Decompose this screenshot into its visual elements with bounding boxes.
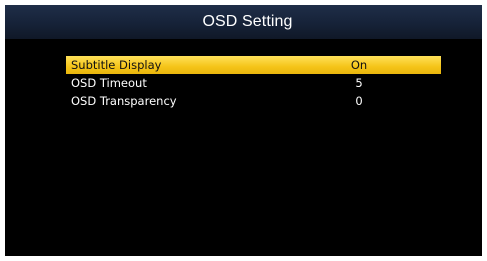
menu-item-label: OSD Timeout	[71, 76, 147, 90]
menu-item-value[interactable]: 5	[319, 74, 399, 92]
page-title: OSD Setting	[202, 13, 293, 30]
menu-item-osd-transparency[interactable]: OSD Transparency 0	[66, 92, 441, 110]
menu-item-value[interactable]: On	[319, 56, 399, 74]
menu-item-subtitle-display[interactable]: Subtitle Display On	[66, 56, 441, 74]
menu-item-value[interactable]: 0	[319, 92, 399, 110]
title-bar: OSD Setting	[5, 5, 482, 39]
menu-item-osd-timeout[interactable]: OSD Timeout 5	[66, 74, 441, 92]
menu-item-label: OSD Transparency	[71, 94, 177, 108]
osd-settings-menu: Subtitle Display On OSD Timeout 5 OSD Tr…	[66, 56, 441, 110]
tv-screen: OSD Setting Subtitle Display On OSD Time…	[5, 5, 482, 256]
menu-item-label: Subtitle Display	[71, 58, 162, 72]
